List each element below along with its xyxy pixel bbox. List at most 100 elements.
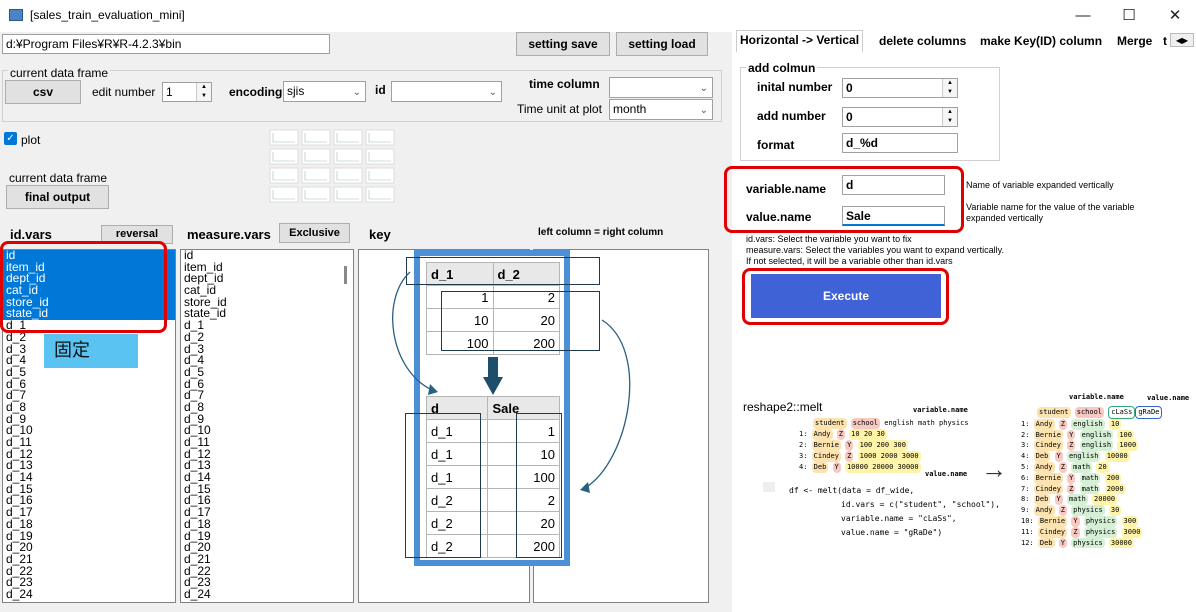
plot-thumbnail [333,129,363,146]
tab-delete-columns[interactable]: delete columns [876,32,969,52]
plot-thumbnail [301,129,331,146]
left-right-label: left column = right column [538,227,664,238]
tab-scroll-arrows-icon[interactable]: ◀▶ [1170,33,1194,47]
final-output-button[interactable]: final output [6,185,109,209]
chevron-down-icon: ⌄ [488,87,497,98]
plot-thumbnail [365,129,395,146]
list-item[interactable]: d_24 [181,588,353,601]
close-button[interactable]: ✕ [1152,0,1196,32]
list-item[interactable]: d_7 [3,389,175,402]
time-column-select[interactable]: ⌄ [609,77,713,98]
plot-thumbnail [365,167,395,184]
app-icon [9,9,23,21]
current-data-frame-label: current data frame [8,66,111,80]
format-label: format [757,138,795,152]
measure-vars-label: measure.vars [187,227,271,242]
title-bar: [sales_train_evaluation_mini] — ☐ ✕ [0,0,1196,32]
plot-thumbnail [269,129,299,146]
encoding-select[interactable]: sjis ⌄ [283,81,366,102]
list-item[interactable]: state_id [181,308,353,320]
tab-merge[interactable]: Merge [1114,32,1155,52]
list-item[interactable]: d_3 [181,343,353,356]
add-number-spinner[interactable]: 0 ▲ ▼ [842,107,958,127]
plot-thumbnail [333,186,363,203]
list-item[interactable]: d_8 [181,401,353,414]
melt-variable-name-right: variable.name [1069,393,1124,401]
id-select[interactable]: ⌄ [391,81,502,102]
variable-name-input[interactable]: d [842,175,945,195]
list-item[interactable]: d_1 [181,319,353,332]
execute-button[interactable]: Execute [751,274,941,318]
value-name-help: Variable name for the value of the varia… [966,202,1135,223]
fixed-highlight-box [0,241,167,333]
time-column-label: time column [529,77,600,91]
r-path-input[interactable]: d:¥Program Files¥R¥R-4.2.3¥bin [2,34,330,54]
help-line-1: id.vars: Select the variable you want to… [746,234,912,244]
add-number-label: add number [757,109,826,123]
list-item[interactable]: d_4 [181,354,353,367]
help-line-2: measure.vars: Select the variables you w… [746,245,1004,255]
melt-code: df <- melt(data = df_wide, id.vars = c("… [789,486,1000,537]
plot-checkbox[interactable]: ✓ [4,132,17,145]
plot-thumbnail [365,148,395,165]
melt-wide-example: student school english math physics 1: An… [799,418,969,473]
mapping-arrows [392,271,631,493]
tab-make-key[interactable]: make Key(ID) column [977,32,1105,52]
list-item[interactable]: d_24 [3,588,175,601]
melt-illustration: reshape2::melt variable.name value.name … [739,376,1192,554]
tab-horizontal-vertical[interactable]: Horizontal -> Vertical [736,30,864,52]
list-item[interactable]: d_2 [181,331,353,344]
melt-long-example: student school cLaSs gRaDe 1: Andy Z engli… [1021,406,1163,549]
setting-save-button[interactable]: setting save [516,32,610,56]
value-name-input[interactable]: Sale [842,206,945,226]
time-unit-select[interactable]: month ⌄ [609,99,713,120]
list-item[interactable]: d_8 [3,401,175,414]
time-unit-label: Time unit at plot [517,102,602,116]
plot-thumbnail [301,186,331,203]
exclusive-button[interactable]: Exclusive [279,223,350,243]
setting-load-button[interactable]: setting load [616,32,708,56]
list-item[interactable]: d_5 [181,366,353,379]
plot-thumbnail [301,167,331,184]
variable-name-label: variable.name [746,182,827,196]
key-label: key [369,227,391,242]
minimize-button[interactable]: — [1060,0,1106,32]
format-input[interactable]: d_%d [842,133,958,153]
melt-variable-name-left: variable.name [913,406,968,414]
initial-number-spinner[interactable]: 0 ▲ ▼ [842,78,958,98]
plot-thumbnail [365,186,395,203]
melt-value-name-right: value.name [1147,394,1190,402]
maximize-button[interactable]: ☐ [1106,0,1152,32]
add-column-label: add colmun [746,61,818,75]
tab-overflow[interactable]: t [1160,32,1170,52]
variable-name-help: Name of variable expanded vertically [966,180,1114,190]
help-line-3: If not selected, it will be a variable o… [746,256,953,266]
chevron-down-icon: ⌄ [352,87,361,98]
melt-title: reshape2::melt [743,400,823,414]
edit-number-spinner[interactable]: 1 ▲ ▼ [162,82,212,102]
plot-thumbnail [269,186,299,203]
plot-thumbnail [333,167,363,184]
plot-thumbnails [268,128,398,208]
melt-arrow-icon: → [981,454,1007,484]
plot-thumbnail [269,148,299,165]
window-title: [sales_train_evaluation_mini] [30,8,185,22]
current-data-frame-label-2: current data frame [9,171,108,185]
chevron-down-icon: ⌄ [699,105,708,116]
id-label: id [375,83,386,97]
initial-number-label: inital number [757,80,833,94]
measure-vars-list[interactable]: id item_id dept_id cat_id store_id state_id d_… [180,249,354,603]
list-item[interactable]: d_6 [181,378,353,391]
csv-button[interactable]: csv [5,80,81,104]
measure-scrollbar-thumb[interactable] [344,266,347,284]
list-item[interactable]: d_5 [3,366,175,379]
id-vars-label: id.vars [10,227,52,242]
fixed-callout: 固定 [44,334,138,368]
edit-number-label: edit number [92,85,156,99]
encoding-label: encoding [229,85,283,99]
list-item[interactable]: d_6 [3,378,175,391]
list-item[interactable]: d_7 [181,389,353,402]
chevron-down-icon: ⌄ [699,83,708,94]
plot-label: plot [21,133,41,147]
plot-thumbnail [301,148,331,165]
